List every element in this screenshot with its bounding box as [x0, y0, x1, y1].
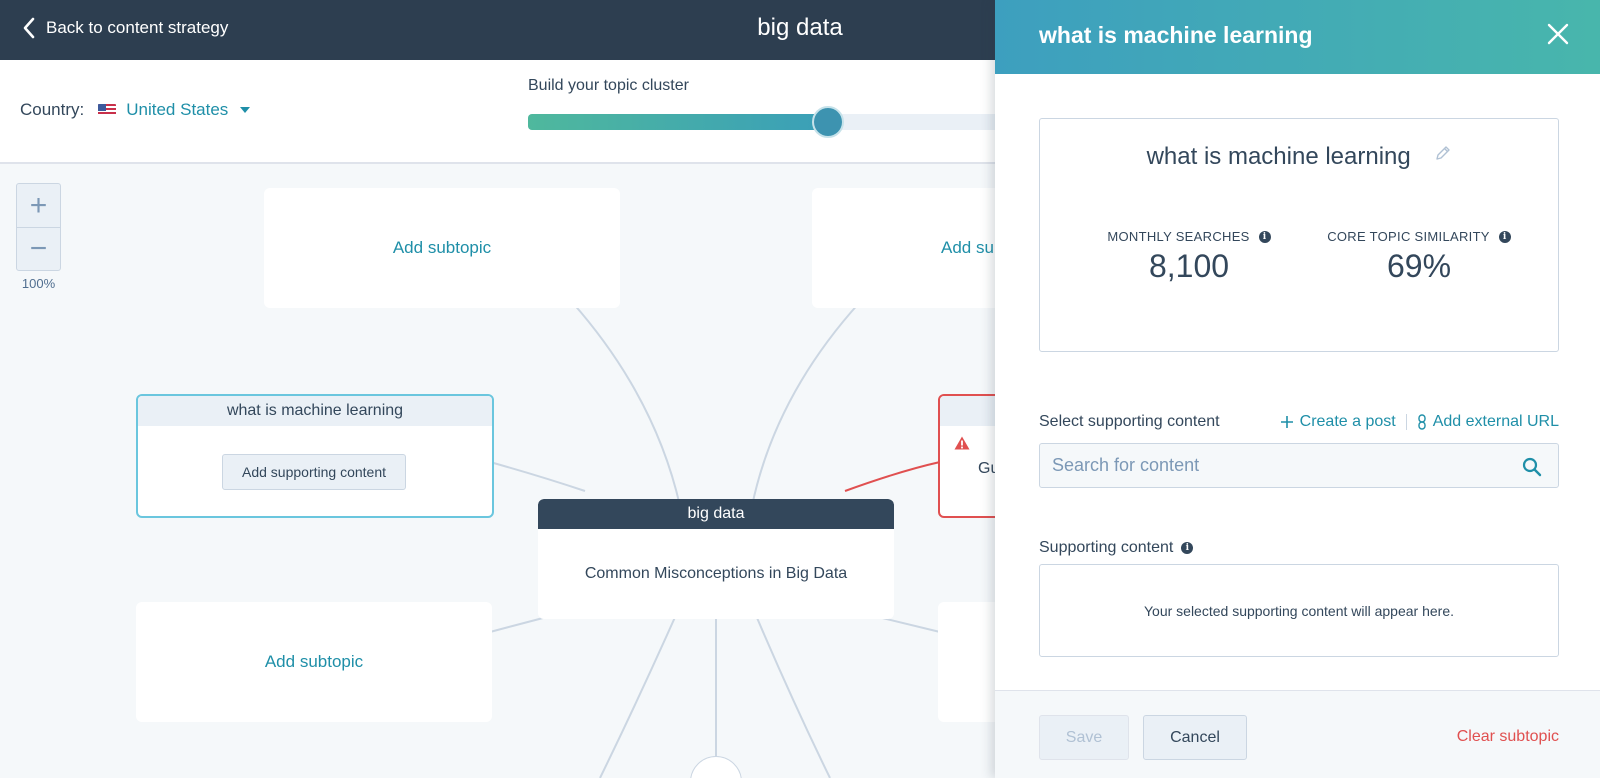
add-subtopic-label: Add subtopic: [392, 238, 492, 257]
search-icon[interactable]: [1522, 457, 1542, 477]
panel-header: what is machine learning: [995, 0, 1600, 74]
cancel-button[interactable]: Cancel: [1143, 715, 1247, 760]
zoom-out-button[interactable]: −: [17, 227, 60, 270]
zoom-in-button[interactable]: +: [17, 184, 60, 227]
add-subtopic-card-bottom-left[interactable]: Add subtopic: [136, 602, 492, 722]
metric-value: 8,100: [1148, 248, 1230, 284]
info-icon[interactable]: i: [1258, 230, 1271, 243]
select-supporting-content-label: Select supporting content: [1039, 413, 1220, 430]
empty-state-text: Your selected supporting content will ap…: [1143, 602, 1455, 619]
keyword-summary-card: what is machine learning MONTHLY SEARCHE…: [1039, 118, 1559, 352]
country-label: Country:: [20, 100, 85, 119]
subtopic-side-panel: what is machine learning what is machine…: [995, 0, 1600, 778]
subtopic-card-selected[interactable]: what is machine learning Add supporting …: [136, 394, 494, 518]
caret-down-icon: [240, 107, 251, 113]
cluster-slider[interactable]: [528, 106, 1000, 138]
warning-icon: [954, 436, 970, 450]
panel-title: what is machine learning: [1039, 22, 1313, 48]
page-title: big data: [757, 14, 843, 41]
country-selector: Country: United States: [20, 100, 251, 120]
add-external-url-label: Add external URL: [1432, 413, 1559, 430]
add-subtopic-label: Add sub: [941, 238, 995, 257]
zoom-level: 100%: [21, 276, 56, 291]
chevron-left-icon: [23, 17, 35, 39]
link-icon: [1418, 414, 1426, 430]
monthly-searches-metric: MONTHLY SEARCHES i 8,100: [1074, 229, 1304, 285]
supporting-content-heading: Supporting content i: [1039, 539, 1194, 557]
subtopic-card-bottom-right[interactable]: [938, 602, 995, 722]
country-dropdown[interactable]: United States: [98, 100, 251, 120]
supporting-content-list: Your selected supporting content will ap…: [1039, 564, 1559, 657]
subtopic-card-head: [940, 396, 995, 426]
control-bar: Country: United States Build your topic …: [0, 60, 1000, 164]
add-subtopic-card-top-right[interactable]: Add sub: [812, 188, 995, 308]
slider-handle[interactable]: [812, 106, 844, 138]
create-post-link[interactable]: Create a post: [1280, 413, 1396, 431]
metric-value: 69%: [1386, 248, 1452, 284]
subtopic-card-title: what is machine learning: [138, 396, 492, 426]
zoom-controls: + −: [16, 183, 61, 271]
country-value: United States: [126, 100, 229, 119]
subtopic-card-error[interactable]: Gu: [938, 394, 995, 518]
metric-label-text: MONTHLY SEARCHES: [1107, 229, 1250, 244]
save-button[interactable]: Save: [1039, 715, 1129, 760]
divider: [1405, 414, 1407, 430]
keyword-heading: what is machine learning: [1040, 143, 1558, 171]
core-topic-similarity-metric: CORE TOPIC SIMILARITY i 69%: [1304, 229, 1534, 285]
info-icon[interactable]: i: [1498, 230, 1511, 243]
back-to-content-strategy-link[interactable]: Back to content strategy: [22, 17, 228, 39]
close-icon[interactable]: [1546, 22, 1570, 46]
slider-fill: [528, 114, 828, 130]
core-topic-title: big data: [538, 499, 894, 529]
cluster-slider-label: Build your topic cluster: [528, 77, 689, 94]
supporting-content-actions: Create a post Add external URL: [1280, 413, 1559, 431]
add-supporting-content-button[interactable]: Add supporting content: [222, 454, 406, 490]
topic-cluster-canvas: + − 100% Add subtopic Add sub Add subtop…: [0, 166, 995, 778]
plus-icon: [1280, 416, 1293, 428]
metric-label-text: CORE TOPIC SIMILARITY: [1327, 229, 1490, 244]
info-icon[interactable]: i: [1181, 542, 1194, 554]
us-flag-icon: [98, 104, 117, 116]
back-link-label: Back to content strategy: [46, 18, 229, 37]
supporting-content-label: Supporting content: [1039, 539, 1174, 556]
content-search: [1039, 443, 1559, 488]
metric-label: CORE TOPIC SIMILARITY i: [1304, 229, 1534, 244]
pillar-page-title: Common Misconceptions in Big Data: [584, 565, 848, 582]
search-input[interactable]: [1040, 444, 1558, 487]
create-post-label: Create a post: [1299, 413, 1396, 430]
pencil-icon[interactable]: [1435, 145, 1451, 161]
subtopic-card-text: Gu: [978, 460, 995, 477]
metric-label: MONTHLY SEARCHES i: [1074, 229, 1304, 244]
core-topic-card[interactable]: big data Common Misconceptions in Big Da…: [538, 499, 894, 619]
clear-subtopic-link[interactable]: Clear subtopic: [1457, 728, 1559, 746]
add-external-url-link[interactable]: Add external URL: [1417, 413, 1559, 431]
add-subtopic-card-top-left[interactable]: Add subtopic: [264, 188, 620, 308]
add-subtopic-label: Add subtopic: [264, 652, 364, 671]
keyword-text: what is machine learning: [1146, 143, 1411, 170]
panel-footer: Save Cancel Clear subtopic: [995, 690, 1600, 778]
